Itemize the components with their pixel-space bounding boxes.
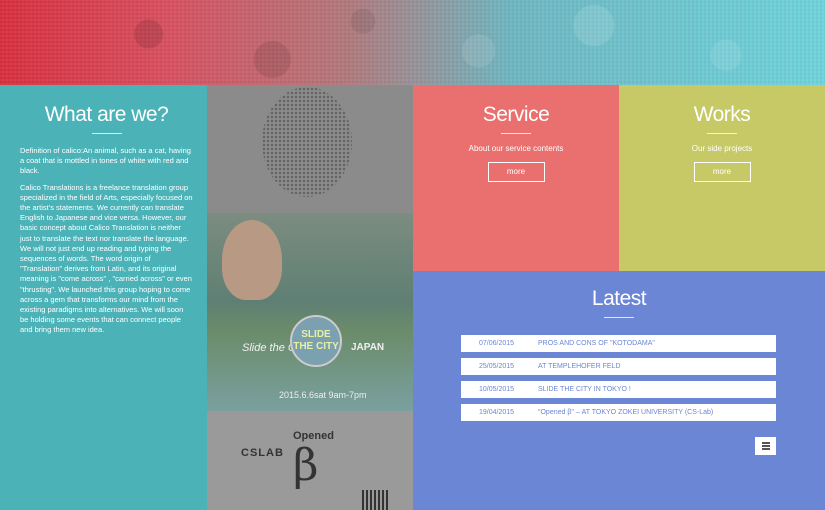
poster-slide-the-city-logo: SLIDE THE CITY: [290, 315, 342, 367]
poster-beta-glyph: β: [293, 440, 319, 491]
poster-person-image: [222, 220, 282, 300]
about-title: What are we?: [44, 103, 169, 126]
hero-banner-image: [0, 0, 825, 85]
menu-line: [761, 445, 770, 447]
service-subtitle: About our service contents: [468, 144, 564, 153]
latest-panel: Latest 07/06/2015 PROS AND CONS OF "KOTO…: [413, 271, 825, 510]
news-item-date: 19/04/2015: [479, 409, 515, 416]
poster-halftone-pattern: [262, 87, 352, 197]
news-item-date: 10/05/2015: [479, 386, 515, 393]
about-panel: What are we? Definition of calico:An ani…: [0, 85, 207, 510]
news-item[interactable]: 07/06/2015 PROS AND CONS OF "KOTODAMA": [461, 335, 776, 352]
news-item-date: 07/06/2015: [479, 340, 515, 347]
poster-date-text: 2015.6.6sat 9am-7pm: [279, 390, 367, 400]
hamburger-menu-icon[interactable]: [755, 437, 776, 455]
news-item-title: "Opened β" – AT TOKYO ZOKEI UNIVERSITY (…: [538, 409, 714, 416]
news-item[interactable]: 25/05/2015 AT TEMPLEHOFER FELD: [461, 358, 776, 375]
news-item-title: SLIDE THE CITY IN TOKYO !: [538, 386, 631, 393]
news-item-title: AT TEMPLEHOFER FELD: [538, 363, 621, 370]
news-item-title: PROS AND CONS OF "KOTODAMA": [538, 340, 655, 347]
about-description-text: Calico Translations is a freelance trans…: [20, 182, 193, 335]
hero-texture: [0, 0, 825, 85]
works-more-button[interactable]: more: [693, 162, 751, 182]
works-title: Works: [693, 103, 751, 126]
latest-news-list: 07/06/2015 PROS AND CONS OF "KOTODAMA" 2…: [461, 335, 776, 427]
menu-line: [761, 448, 770, 450]
poster-japan-text: JAPAN: [351, 342, 385, 353]
event-poster-image: Slide the City SLIDE THE CITY JAPAN 2015…: [207, 85, 413, 510]
works-subtitle: Our side projects: [691, 144, 753, 153]
service-title-divider: [501, 133, 531, 134]
poster-qr-code-icon: [362, 490, 390, 510]
service-more-button[interactable]: more: [487, 162, 545, 182]
news-item-date: 25/05/2015: [479, 363, 515, 370]
works-title-divider: [707, 133, 737, 134]
menu-line: [761, 442, 770, 444]
latest-title-divider: [604, 317, 634, 318]
news-item[interactable]: 19/04/2015 "Opened β" – AT TOKYO ZOKEI U…: [461, 404, 776, 421]
service-panel: Service About our service contents more: [413, 85, 619, 271]
works-panel: Works Our side projects more: [619, 85, 825, 271]
service-title: Service: [482, 103, 550, 126]
about-definition-text: Definition of calico:An animal, such as …: [20, 146, 191, 176]
about-title-divider: [91, 133, 122, 134]
news-item[interactable]: 10/05/2015 SLIDE THE CITY IN TOKYO !: [461, 381, 776, 398]
latest-title: Latest: [591, 287, 647, 310]
poster-cslab-text: CSLAB: [241, 447, 284, 459]
